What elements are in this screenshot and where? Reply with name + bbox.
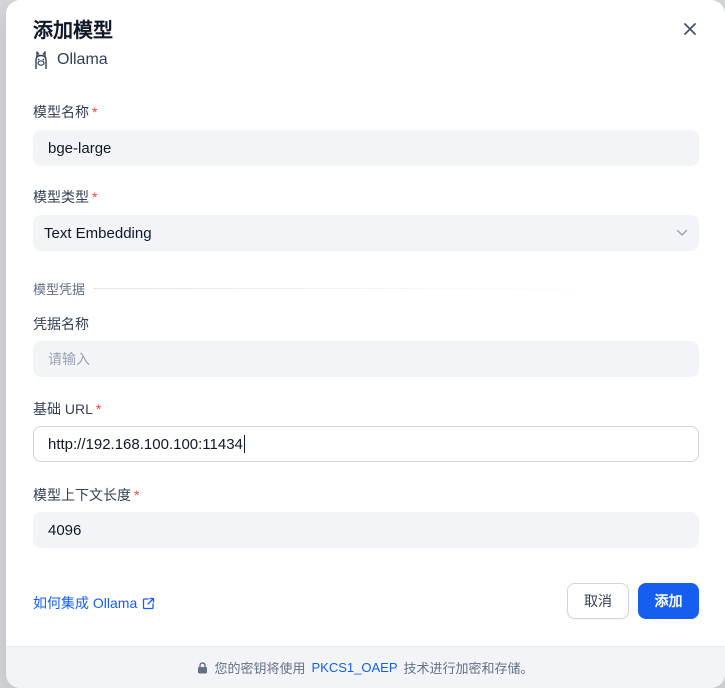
- base-url-input[interactable]: http://192.168.100.100:11434: [33, 426, 699, 462]
- chevron-down-icon: [676, 229, 688, 236]
- credential-name-input[interactable]: 请输入: [33, 341, 699, 377]
- help-link-text: 如何集成 Ollama: [33, 595, 138, 611]
- notice-suffix: 技术进行加密和存储。: [403, 661, 534, 676]
- base-url-label: 基础 URL *: [33, 399, 101, 419]
- ollama-llama-icon: [35, 51, 47, 69]
- credential-name-placeholder: 请输入: [48, 351, 90, 367]
- required-mark: *: [134, 487, 140, 503]
- context-length-label: 模型上下文长度 *: [33, 485, 139, 505]
- notice-prefix: 您的密钥将使用: [214, 661, 306, 676]
- cancel-button[interactable]: 取消: [567, 583, 629, 619]
- encryption-notice: 您的密钥将使用 PKCS1_OAEP 技术进行加密和存储。: [6, 646, 725, 688]
- dialog-title: 添加模型: [33, 20, 113, 42]
- model-name-value: bge-large: [48, 139, 112, 157]
- provider-info: Ollama: [33, 50, 108, 70]
- model-type-select[interactable]: Text Embedding: [33, 215, 699, 251]
- credentials-section-divider: 模型凭据: [33, 279, 613, 298]
- context-length-value: 4096: [48, 521, 82, 539]
- external-link-icon: [143, 597, 155, 609]
- model-type-label: 模型类型 *: [33, 187, 97, 207]
- model-type-value: Text Embedding: [44, 224, 152, 242]
- encryption-keyword-link[interactable]: PKCS1_OAEP: [312, 660, 398, 675]
- text-cursor: [243, 435, 245, 453]
- model-name-label: 模型名称 *: [33, 102, 97, 122]
- credential-name-label: 凭据名称: [33, 314, 89, 334]
- provider-name: Ollama: [57, 51, 108, 68]
- base-url-label-text: 基础 URL: [33, 401, 93, 417]
- context-length-input[interactable]: 4096: [33, 512, 699, 548]
- context-length-label-text: 模型上下文长度: [33, 487, 131, 503]
- credential-name-label-text: 凭据名称: [33, 316, 89, 332]
- help-link[interactable]: 如何集成 Ollama: [33, 593, 155, 613]
- required-mark: *: [95, 401, 102, 417]
- add-model-dialog: 添加模型 Ollama 模型名称 * bge-large 模型类型 * Text E…: [6, 0, 725, 688]
- model-type-label-text: 模型类型: [33, 189, 89, 205]
- add-button[interactable]: 添加: [638, 583, 699, 619]
- required-mark: *: [92, 104, 98, 120]
- section-divider-line: [93, 288, 613, 289]
- close-icon: [684, 23, 696, 35]
- close-button[interactable]: [679, 18, 701, 40]
- lock-icon: [198, 661, 208, 673]
- model-name-label-text: 模型名称: [33, 104, 89, 120]
- credentials-section-title: 模型凭据: [33, 282, 86, 297]
- required-mark: *: [92, 189, 98, 205]
- model-name-input[interactable]: bge-large: [33, 130, 699, 166]
- base-url-value: http://192.168.100.100:11434: [48, 435, 243, 453]
